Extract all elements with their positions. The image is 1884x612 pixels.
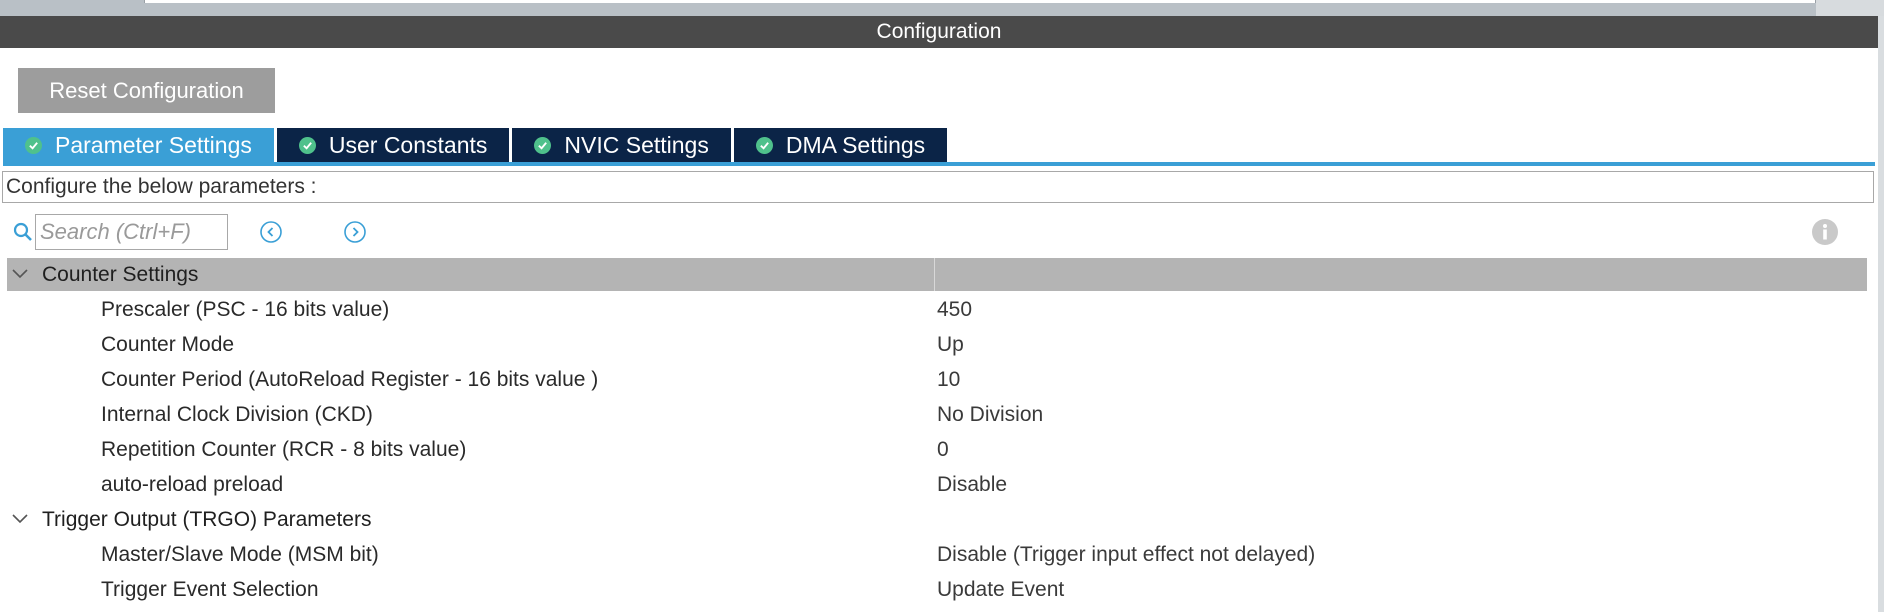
previous-match-icon[interactable] [259,220,283,244]
section-title-counter-settings: Counter Settings [42,263,199,286]
settings-tabs: Parameter Settings User Constants NVIC S… [3,128,950,162]
chevron-down-icon[interactable] [12,269,28,279]
check-circle-icon [25,136,42,154]
tab-underline [3,162,1875,166]
top-right-pad [1816,0,1884,16]
configuration-header: Configuration [0,16,1878,48]
chevron-down-icon[interactable] [12,514,28,524]
section-title-trigger-output[interactable]: Trigger Output (TRGO) Parameters [42,508,371,532]
param-label-clock-division: Internal Clock Division (CKD) [101,403,373,426]
param-value-auto-reload-preload[interactable]: Disable [937,473,1007,497]
tab-user-constants[interactable]: User Constants [276,128,510,162]
info-icon[interactable] [1811,218,1839,246]
param-value-repetition-counter[interactable]: 0 [937,438,949,462]
param-label-trigger-event: Trigger Event Selection [101,578,319,601]
column-divider [934,258,935,291]
search-icon [13,222,32,241]
scrollbar-track[interactable] [1878,16,1884,612]
reset-configuration-button[interactable]: Reset Configuration [18,68,275,113]
tab-label: NVIC Settings [564,131,709,158]
param-value-trigger-event[interactable]: Update Event [937,578,1064,602]
param-value-counter-mode[interactable]: Up [937,333,964,357]
param-label-auto-reload-preload: auto-reload preload [101,473,284,496]
top-panel-edge [144,0,1816,3]
tab-label: Parameter Settings [55,131,252,158]
tab-dma-settings[interactable]: DMA Settings [733,128,948,162]
param-value-clock-division[interactable]: No Division [937,403,1043,427]
top-strip [0,0,1884,16]
counter-settings-header[interactable] [7,258,1867,291]
search-input[interactable] [35,214,228,250]
parameters-description: Configure the below parameters : [2,171,1874,203]
check-circle-icon [298,136,316,154]
param-value-prescaler[interactable]: 450 [937,298,972,322]
param-label-prescaler: Prescaler (PSC - 16 bits value) [101,298,390,321]
check-circle-icon [534,136,552,154]
param-label-counter-period: Counter Period (AutoReload Register - 16… [101,368,599,391]
param-value-counter-period[interactable]: 10 [937,368,960,392]
tab-nvic-settings[interactable]: NVIC Settings [512,128,731,162]
param-label-repetition-counter: Repetition Counter (RCR - 8 bits value) [101,438,467,461]
next-match-icon[interactable] [343,220,367,244]
tab-label: DMA Settings [785,131,926,158]
param-value-master-slave-mode[interactable]: Disable (Trigger input effect not delaye… [937,543,1315,567]
check-circle-icon [755,136,773,154]
param-label-master-slave-mode: Master/Slave Mode (MSM bit) [101,543,379,566]
tab-parameter-settings[interactable]: Parameter Settings [3,128,274,162]
param-label-counter-mode: Counter Mode [101,333,235,356]
tab-label: User Constants [328,131,488,158]
